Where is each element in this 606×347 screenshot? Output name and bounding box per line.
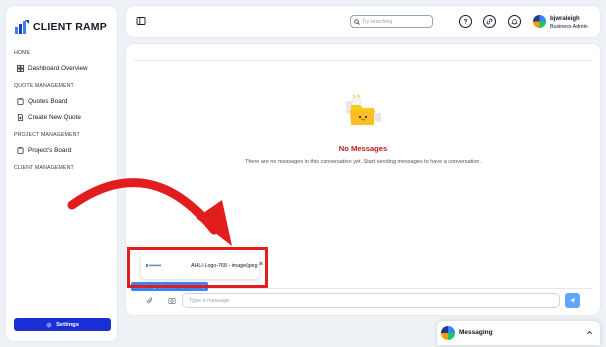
- section-label-quote-management: QUOTE MANAGEMENT: [14, 83, 74, 89]
- empty-state-title: No Messages: [338, 144, 388, 153]
- messaging-label: Messaging: [459, 329, 493, 336]
- chevron-up-icon[interactable]: [586, 329, 593, 336]
- brand-logo[interactable]: CLIENT RAMP: [14, 18, 107, 36]
- sidebar-item-label: Dashboard Overview: [28, 65, 88, 72]
- conversation-panel: No Messages There are no messages in thi…: [126, 44, 600, 315]
- attachment-thumbnail-icon: [146, 264, 161, 267]
- attachment-name: AHLI-Logo-768 - image/jpeg: [191, 263, 258, 269]
- divider: [134, 60, 592, 61]
- bell-icon: [511, 19, 518, 25]
- grid-icon: [17, 65, 24, 72]
- search-box[interactable]: [350, 15, 433, 28]
- section-label-home: HOME: [14, 50, 31, 56]
- sidebar-item-dashboard-overview[interactable]: Dashboard Overview: [17, 65, 88, 72]
- user-name[interactable]: bjwraleigh: [550, 16, 580, 22]
- sidebar-item-label: Project's Board: [28, 147, 72, 154]
- help-button[interactable]: [459, 15, 472, 28]
- sidebar-item-label: Quotes Board: [28, 98, 68, 105]
- messaging-dock[interactable]: Messaging: [437, 321, 600, 345]
- search-input[interactable]: [362, 18, 430, 25]
- remove-attachment-button[interactable]: ×: [259, 261, 263, 268]
- settings-label: Settings: [56, 321, 79, 328]
- user-role: Business Admin: [550, 24, 588, 30]
- search-icon: [354, 18, 360, 25]
- sidebar-item-label: Create New Quote: [28, 114, 81, 121]
- clipboard-icon: [17, 147, 24, 154]
- sidebar: CLIENT RAMP HOME Dashboard Overview QUOT…: [6, 6, 117, 341]
- settings-button[interactable]: Settings: [14, 318, 111, 331]
- document-plus-icon: [17, 114, 24, 121]
- gear-icon: [46, 322, 52, 327]
- section-label-project-management: PROJECT MANAGEMENT: [14, 132, 80, 138]
- avatar: [441, 326, 455, 340]
- image-upload-icon[interactable]: [168, 297, 176, 305]
- sidebar-item-quotes-board[interactable]: Quotes Board: [17, 98, 67, 105]
- send-icon: [569, 297, 576, 304]
- clipboard-icon: [17, 98, 24, 105]
- empty-state-subtitle: There are no messages in this conversati…: [244, 159, 482, 165]
- sidebar-toggle-icon[interactable]: [136, 16, 146, 26]
- link-button[interactable]: [483, 15, 496, 28]
- send-button[interactable]: [565, 293, 580, 308]
- top-header: bjwraleigh Business Admin: [126, 6, 600, 37]
- section-label-client-management: CLIENT MANAGEMENT: [14, 165, 74, 171]
- attachment-preview: AHLI-Logo-768 - image/jpeg ×: [141, 253, 263, 279]
- brand-name: CLIENT RAMP: [33, 21, 107, 33]
- send-image-tooltip: Send image (.PG, JPEG, PNG, GIF): [131, 282, 209, 291]
- sidebar-item-create-new-quote[interactable]: Create New Quote: [17, 114, 81, 121]
- attach-icon[interactable]: [146, 297, 154, 305]
- question-icon: [464, 18, 468, 24]
- link-icon: [486, 18, 493, 25]
- avatar[interactable]: [533, 15, 546, 28]
- logo-icon: [15, 20, 29, 34]
- empty-folder-illustration: [346, 93, 381, 125]
- sidebar-item-projects-board[interactable]: Project's Board: [17, 147, 71, 154]
- notifications-button[interactable]: [508, 15, 521, 28]
- message-input[interactable]: [182, 293, 560, 308]
